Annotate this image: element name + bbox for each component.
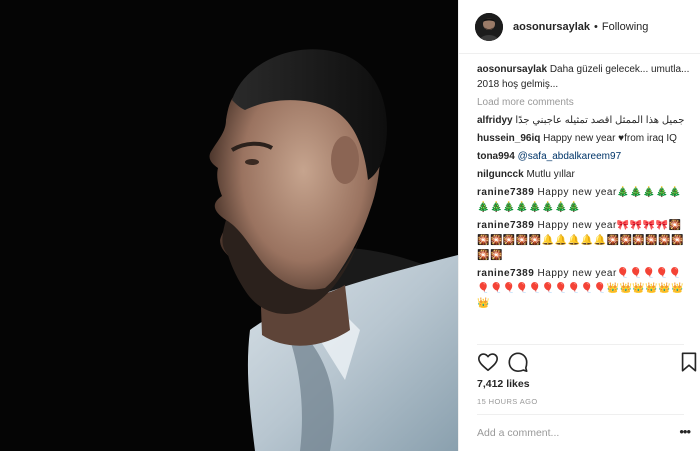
caption: aosonursaylak Daha güzeli gelecek... umu… — [477, 62, 693, 92]
comment-text: Happy new year ♥from iraq IQ — [543, 133, 677, 144]
comment-item: ranine7389 Happy new year🎈🎈🎈🎈🎈🎈🎈🎈🎈🎈🎈🎈🎈🎈🎈… — [477, 266, 693, 311]
comment-username[interactable]: nilguncck — [477, 169, 524, 180]
comment-username[interactable]: ranine7389 — [477, 187, 534, 198]
comment-username[interactable]: ranine7389 — [477, 220, 534, 231]
header-username[interactable]: aosonursaylak — [513, 21, 590, 33]
header-separator: • — [594, 20, 598, 33]
comment-item: tona994 @safa_abdalkareem97 — [477, 149, 693, 164]
likes-count[interactable]: 7,412 likes — [477, 378, 530, 390]
post-side-panel: aosonursaylak • Following aosonursaylak … — [458, 0, 700, 451]
comment-item: ranine7389 Happy new year🎀🎀🎀🎀🎇🎇🎇🎇🎇🎇🔔🔔🔔🔔🔔… — [477, 218, 693, 263]
comments-list[interactable]: aosonursaylak Daha güzeli gelecek... umu… — [459, 62, 700, 343]
heart-icon[interactable] — [477, 351, 499, 373]
comment-mention-link[interactable]: @safa_abdalkareem97 — [518, 151, 622, 162]
comment-item: hussein_96iq Happy new year ♥from iraq I… — [477, 131, 693, 146]
divider — [477, 344, 684, 345]
more-options-button[interactable]: ••• — [679, 424, 691, 439]
bookmark-icon[interactable] — [678, 351, 700, 373]
following-button[interactable]: Following — [602, 21, 648, 33]
divider — [477, 414, 684, 415]
avatar[interactable] — [475, 12, 503, 41]
post-timestamp[interactable]: 15 HOURS AGO — [477, 397, 538, 406]
post-actions — [477, 351, 697, 373]
comment-bubble-icon[interactable] — [507, 351, 529, 373]
caption-username[interactable]: aosonursaylak — [477, 64, 547, 75]
avatar-image — [475, 12, 503, 41]
comment-username[interactable]: ranine7389 — [477, 268, 534, 279]
comment-item: alfridyy جميل هذا الممثل اقصد تمثيله عاج… — [477, 113, 693, 128]
post-header: aosonursaylak • Following — [459, 0, 700, 54]
comment-text: جميل هذا الممثل اقصد تمثيله عاجبني جدًا — [515, 115, 685, 126]
portrait-image — [0, 0, 458, 451]
post-photo[interactable] — [0, 0, 458, 451]
comment-item: nilguncck Mutlu yıllar — [477, 167, 693, 182]
load-more-comments-link[interactable]: Load more comments — [477, 95, 693, 110]
comment-username[interactable]: alfridyy — [477, 115, 513, 126]
comment-username[interactable]: tona994 — [477, 151, 515, 162]
comment-username[interactable]: hussein_96iq — [477, 133, 540, 144]
add-comment-input[interactable] — [477, 423, 657, 443]
comment-text: Mutlu yıllar — [526, 169, 575, 180]
comment-item: ranine7389 Happy new year🎄🎄🎄🎄🎄🎄🎄🎄🎄🎄🎄🎄🎄 — [477, 185, 693, 215]
